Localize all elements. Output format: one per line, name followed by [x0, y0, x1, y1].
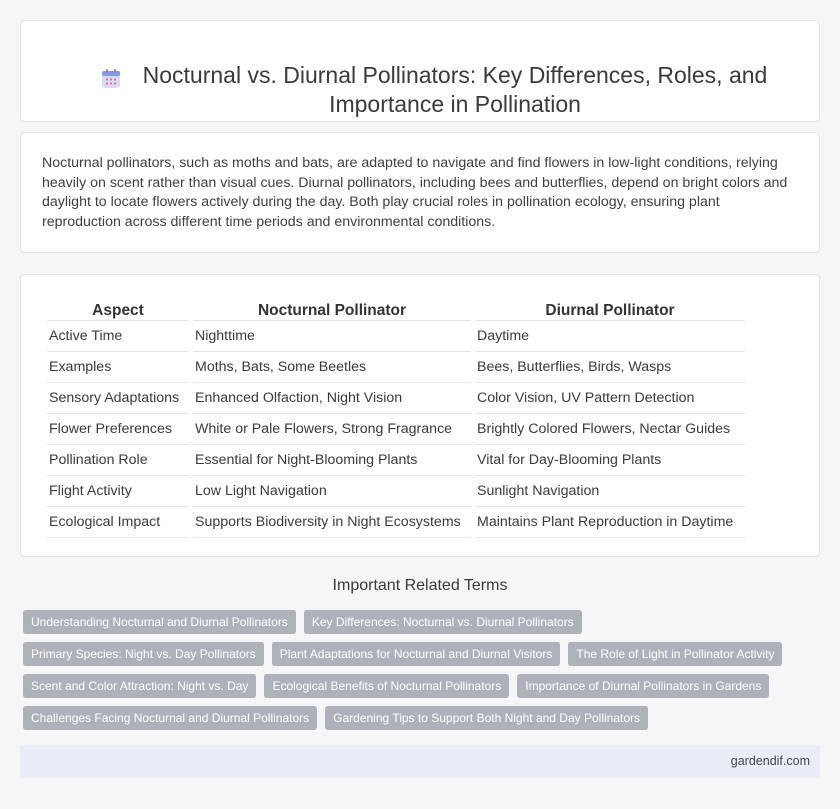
tag-row: Understanding Nocturnal and Diurnal Poll… — [23, 610, 823, 634]
table-cell: Sensory Adaptations — [47, 383, 189, 414]
table-header-row: Aspect Nocturnal Pollinator Diurnal Poll… — [47, 295, 745, 321]
table-cell: Brightly Colored Flowers, Nectar Guides — [475, 414, 745, 445]
table-row: Examples Moths, Bats, Some Beetles Bees,… — [47, 352, 745, 383]
table-cell: Essential for Night-Blooming Plants — [193, 445, 471, 476]
column-header-diurnal: Diurnal Pollinator — [475, 295, 745, 321]
tag-row: Challenges Facing Nocturnal and Diurnal … — [23, 706, 823, 730]
table-cell: Daytime — [475, 321, 745, 352]
related-term-tag[interactable]: Understanding Nocturnal and Diurnal Poll… — [23, 610, 296, 634]
table-cell: Examples — [47, 352, 189, 383]
table-cell: Bees, Butterflies, Birds, Wasps — [475, 352, 745, 383]
table-cell: Flight Activity — [47, 476, 189, 507]
intro-card: Nocturnal pollinators, such as moths and… — [20, 132, 820, 253]
related-term-tag[interactable]: Gardening Tips to Support Both Night and… — [325, 706, 648, 730]
tag-row: Scent and Color Attraction: Night vs. Da… — [23, 674, 823, 698]
table-cell: Active Time — [47, 321, 189, 352]
table-cell: Enhanced Olfaction, Night Vision — [193, 383, 471, 414]
related-terms-heading: Important Related Terms — [332, 577, 508, 594]
table-row: Pollination Role Essential for Night-Blo… — [47, 445, 745, 476]
table-cell: Nighttime — [193, 321, 471, 352]
table-cell: Vital for Day-Blooming Plants — [475, 445, 745, 476]
related-term-tag[interactable]: Challenges Facing Nocturnal and Diurnal … — [23, 706, 318, 730]
related-terms-list: Understanding Nocturnal and Diurnal Poll… — [23, 610, 823, 738]
page-title: Nocturnal vs. Diurnal Pollinators: Key D… — [142, 62, 768, 117]
table-cell: Flower Preferences — [47, 414, 189, 445]
table-row: Flight Activity Low Light Navigation Sun… — [47, 476, 745, 507]
table-cell: Moths, Bats, Some Beetles — [193, 352, 471, 383]
table-cell: Maintains Plant Reproduction in Daytime — [475, 507, 745, 538]
related-term-tag[interactable]: Ecological Benefits of Nocturnal Pollina… — [264, 674, 510, 698]
table-row: Flower Preferences White or Pale Flowers… — [47, 414, 745, 445]
table-cell: Ecological Impact — [47, 507, 189, 538]
tag-row: Primary Species: Night vs. Day Pollinato… — [23, 642, 823, 666]
table-row: Active Time Nighttime Daytime — [47, 321, 745, 352]
title-card: Nocturnal vs. Diurnal Pollinators: Key D… — [20, 20, 820, 122]
intro-text: Nocturnal pollinators, such as moths and… — [42, 155, 788, 230]
footer-site-link[interactable]: gardendif.com — [731, 754, 810, 768]
table-cell: Low Light Navigation — [193, 476, 471, 507]
related-term-tag[interactable]: Primary Species: Night vs. Day Pollinato… — [23, 642, 264, 666]
table-cell: Color Vision, UV Pattern Detection — [475, 383, 745, 414]
column-header-nocturnal: Nocturnal Pollinator — [193, 295, 471, 321]
related-term-tag[interactable]: Scent and Color Attraction: Night vs. Da… — [23, 674, 257, 698]
column-header-aspect: Aspect — [47, 295, 189, 321]
comparison-card: Aspect Nocturnal Pollinator Diurnal Poll… — [20, 274, 820, 557]
related-term-tag[interactable]: The Role of Light in Pollinator Activity — [568, 642, 783, 666]
related-term-tag[interactable]: Importance of Diurnal Pollinators in Gar… — [517, 674, 770, 698]
comparison-table: Aspect Nocturnal Pollinator Diurnal Poll… — [43, 295, 749, 538]
footer: gardendif.com — [20, 745, 820, 778]
table-cell: Supports Biodiversity in Night Ecosystem… — [193, 507, 471, 538]
table-cell: Pollination Role — [47, 445, 189, 476]
related-term-tag[interactable]: Key Differences: Nocturnal vs. Diurnal P… — [303, 610, 582, 634]
table-cell: White or Pale Flowers, Strong Fragrance — [193, 414, 471, 445]
table-row: Sensory Adaptations Enhanced Olfaction, … — [47, 383, 745, 414]
calendar-icon — [102, 69, 120, 88]
related-term-tag[interactable]: Plant Adaptations for Nocturnal and Diur… — [271, 642, 561, 666]
table-cell: Sunlight Navigation — [475, 476, 745, 507]
table-row: Ecological Impact Supports Biodiversity … — [47, 507, 745, 538]
